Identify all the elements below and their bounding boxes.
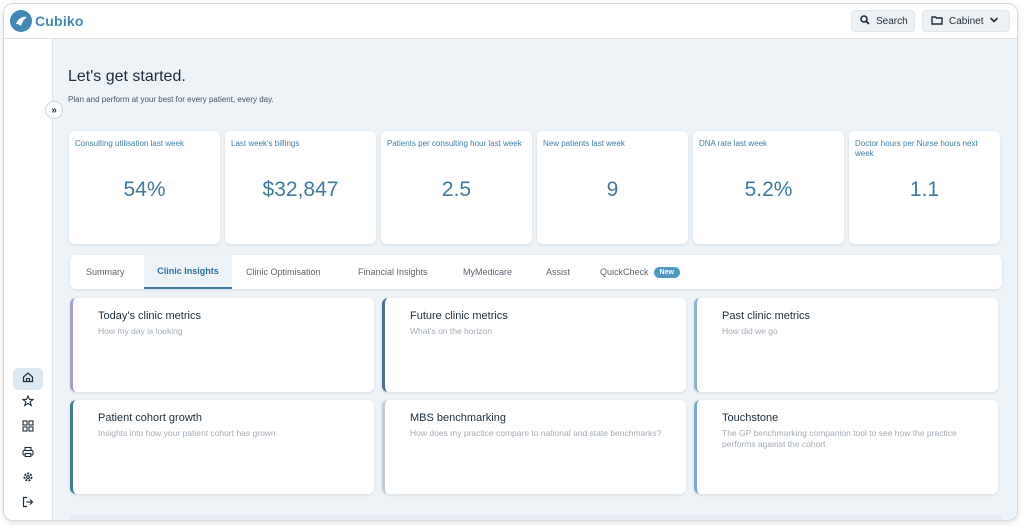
insight-description: How did we go <box>722 326 778 336</box>
new-badge: New <box>653 266 680 278</box>
metric-label: DNA rate last week <box>699 139 768 148</box>
next-row-placeholder <box>70 515 1002 520</box>
metric-card-new-patients[interactable]: New patients last week 9 <box>537 131 688 244</box>
tab-summary[interactable]: Summary <box>86 255 125 289</box>
tab-clinic-optimisation[interactable]: Clinic Optimisation <box>246 255 321 289</box>
page-subtitle: Plan and perform at your best for every … <box>68 95 274 104</box>
insight-title: Touchstone <box>722 412 779 424</box>
chevron-down-icon <box>989 16 999 27</box>
metric-label: Last week's billings <box>231 139 300 148</box>
insight-card-mbs-benchmarking[interactable]: MBS benchmarking How does my practice co… <box>382 400 686 494</box>
gear-icon <box>22 470 34 488</box>
metric-value: 9 <box>606 178 619 201</box>
cubiko-logo-icon <box>10 10 32 32</box>
metric-card-doctor-nurse-hours[interactable]: Doctor hours per Nurse hours next week 1… <box>849 131 1000 244</box>
app-name: Cubiko <box>35 13 84 29</box>
metric-label: New patients last week <box>543 139 625 148</box>
sidebar-item-home[interactable] <box>13 368 43 390</box>
insight-description: How does my practice compare to national… <box>410 428 662 438</box>
grid-icon <box>22 419 34 437</box>
app-window: Cubiko Search Cabinet » Let's get starte… <box>3 3 1018 521</box>
insight-description: The GP benchmarking companion tool to se… <box>722 428 957 449</box>
tab-mymedicare[interactable]: MyMedicare <box>463 255 512 289</box>
metric-card-dna-rate[interactable]: DNA rate last week 5.2% <box>693 131 844 244</box>
metric-card-patients-per-hour[interactable]: Patients per consulting hour last week 2… <box>381 131 532 244</box>
insight-title: Future clinic metrics <box>410 310 508 322</box>
tab-bar: Summary Clinic Insights Clinic Optimisat… <box>70 255 1002 289</box>
insight-description: Insights into how your patient cohort ha… <box>98 428 276 438</box>
insight-title: Today's clinic metrics <box>98 310 201 322</box>
sidebar-item-print[interactable] <box>13 443 43 465</box>
tab-quickcheck[interactable]: QuickCheck New <box>600 255 680 289</box>
tab-assist[interactable]: Assist <box>546 255 570 289</box>
cabinet-dropdown[interactable]: Cabinet <box>922 10 1010 32</box>
page-title: Let's get started. <box>68 68 186 85</box>
sidebar-item-settings[interactable] <box>13 468 43 490</box>
tab-clinic-insights[interactable]: Clinic Insights <box>144 255 232 289</box>
printer-icon <box>22 445 34 463</box>
metric-label: Consulting utilisation last week <box>75 139 184 148</box>
search-button[interactable]: Search <box>851 10 915 32</box>
insight-title: Patient cohort growth <box>98 412 202 424</box>
insight-card-cohort-growth[interactable]: Patient cohort growth Insights into how … <box>70 400 374 494</box>
tab-financial-insights[interactable]: Financial Insights <box>358 255 428 289</box>
folder-icon <box>931 15 943 28</box>
metric-value: 5.2% <box>744 178 793 201</box>
insight-title: Past clinic metrics <box>722 310 811 322</box>
insight-title: MBS benchmarking <box>410 412 506 424</box>
insight-card-future[interactable]: Future clinic metrics What's on the hori… <box>382 298 686 392</box>
logo[interactable]: Cubiko <box>10 10 84 32</box>
metric-card-utilisation[interactable]: Consulting utilisation last week 54% <box>69 131 220 244</box>
insight-card-past[interactable]: Past clinic metrics How did we go <box>694 298 998 392</box>
insight-description: How my day is looking <box>98 326 183 336</box>
main-content: Let's get started. Plan and perform at y… <box>53 39 1017 520</box>
sidebar-item-logout[interactable] <box>13 493 43 515</box>
logout-icon <box>22 495 34 513</box>
insight-card-today[interactable]: Today's clinic metrics How my day is loo… <box>70 298 374 392</box>
metric-label: Doctor hours per Nurse hours next week <box>855 139 978 158</box>
home-icon <box>22 370 34 388</box>
search-icon <box>860 14 870 28</box>
double-chevron-right-icon: » <box>51 104 57 116</box>
insight-card-touchstone[interactable]: Touchstone The GP benchmarking companion… <box>694 400 998 494</box>
metric-value: $32,847 <box>262 178 339 201</box>
cabinet-label: Cabinet <box>949 15 984 27</box>
insight-description: What's on the horizon <box>410 326 492 336</box>
top-bar: Cubiko Search Cabinet <box>4 4 1017 39</box>
sidebar-item-cabinet[interactable] <box>13 417 43 439</box>
metric-value: 2.5 <box>441 178 472 201</box>
metric-value: 1.1 <box>909 178 940 201</box>
metric-label: Patients per consulting hour last week <box>387 139 522 148</box>
star-icon <box>21 394 35 412</box>
sidebar-item-favourites[interactable] <box>13 392 43 414</box>
expand-sidebar-button[interactable]: » <box>45 101 63 119</box>
metric-card-billings[interactable]: Last week's billings $32,847 <box>225 131 376 244</box>
search-label: Search <box>876 15 908 27</box>
metric-value: 54% <box>123 178 166 201</box>
